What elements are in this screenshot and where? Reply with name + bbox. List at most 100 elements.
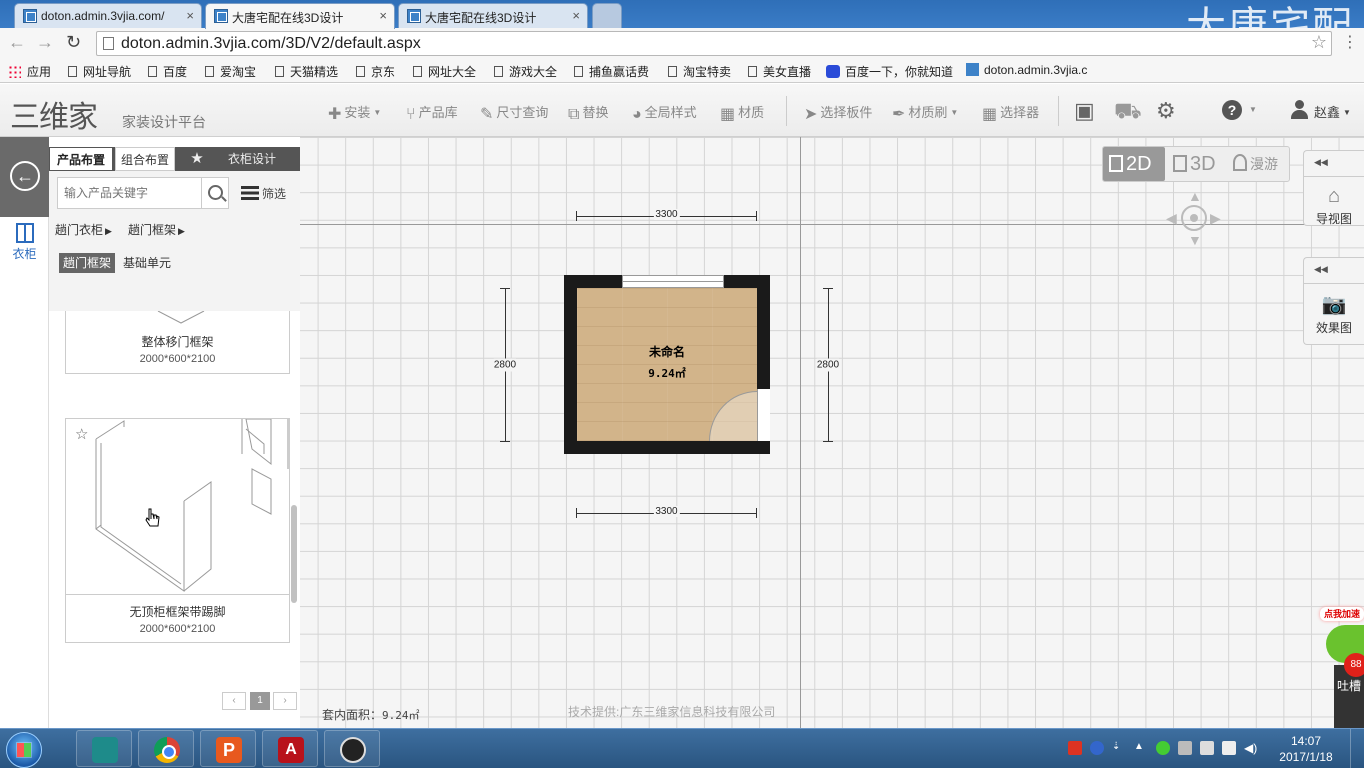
- pager-next[interactable]: ›: [273, 692, 297, 710]
- start-button-icon[interactable]: [6, 732, 42, 768]
- taskbar-app-powerpoint[interactable]: P: [200, 730, 256, 767]
- taskbar-app-chrome[interactable]: [138, 730, 194, 767]
- close-icon[interactable]: ×: [379, 8, 387, 23]
- category-wardrobe[interactable]: 衣柜: [0, 217, 49, 269]
- sogou-icon[interactable]: [1068, 741, 1082, 755]
- tab-wardrobe-design[interactable]: 衣柜设计: [219, 147, 285, 171]
- help-icon[interactable]: ?: [1222, 100, 1242, 120]
- show-desktop-button[interactable]: [1350, 729, 1364, 769]
- product-thumbnail: [157, 311, 205, 324]
- favorite-star-icon[interactable]: ★: [185, 147, 209, 171]
- search-input[interactable]: [58, 178, 200, 208]
- material-button[interactable]: ▦ 材质: [720, 102, 764, 124]
- new-tab-button[interactable]: [592, 3, 622, 28]
- crumb-sliding-frame[interactable]: 趟门框架 ▶: [128, 221, 185, 238]
- network-error-icon[interactable]: [1178, 741, 1192, 755]
- size-query-button[interactable]: ✎ 尺寸查询: [480, 102, 548, 124]
- nav-view-card[interactable]: ◀◀ ⌂ 导视图: [1303, 150, 1364, 226]
- bookmarks-bar: 应用 网址导航 百度 爱淘宝 天猫精选 京东 网址大全 游戏大全 捕鱼赢话费 淘…: [0, 58, 1364, 83]
- url-text[interactable]: doton.admin.3vjia.com/3D/V2/default.aspx: [121, 35, 421, 53]
- browser-tab-2[interactable]: 大唐宅配在线3D设计 ×: [205, 3, 395, 29]
- crumb-sliding-wardrobe[interactable]: 趟门衣柜 ▶: [55, 221, 112, 238]
- menu-icon[interactable]: ⋮: [1342, 32, 1358, 52]
- material-brush-button[interactable]: ✒ 材质刷 ▼: [892, 102, 958, 124]
- pager-current[interactable]: 1: [250, 692, 270, 710]
- bookmark-item[interactable]: 天猫精选: [275, 63, 338, 80]
- filter-button[interactable]: 筛选: [241, 185, 286, 202]
- bookmark-item[interactable]: 百度: [148, 63, 187, 80]
- selector-button[interactable]: ▦ 选择器: [982, 102, 1039, 124]
- address-bar[interactable]: doton.admin.3vjia.com/3D/V2/default.aspx…: [96, 31, 1332, 56]
- reload-icon[interactable]: ↻: [66, 32, 81, 53]
- pan-compass[interactable]: ▲ ▼ ◀ ▶: [1166, 188, 1222, 248]
- bookmark-item[interactable]: 爱淘宝: [205, 63, 256, 80]
- device-icon[interactable]: [1200, 741, 1214, 755]
- search-icon[interactable]: [208, 185, 223, 200]
- global-style-button[interactable]: ◕ 全局样式: [632, 102, 697, 124]
- bookmark-item[interactable]: 京东: [356, 63, 395, 80]
- bookmark-item[interactable]: 网址大全: [413, 63, 476, 80]
- replace-button[interactable]: ⧉ 替换: [568, 102, 608, 124]
- taskbar-app-3dsmax[interactable]: [76, 730, 132, 767]
- room-door[interactable]: [757, 389, 770, 441]
- close-icon[interactable]: ×: [572, 8, 580, 23]
- bookmark-item[interactable]: 网址导航: [68, 63, 131, 80]
- room-window[interactable]: [622, 275, 724, 288]
- product-card[interactable]: ☆ 无顶柜框架带踢脚 2000*600*2100: [65, 418, 290, 643]
- bookmark-star-icon[interactable]: ☆: [1311, 32, 1327, 53]
- view-walk-button[interactable]: 漫游: [1229, 147, 1291, 181]
- signal-icon[interactable]: [1222, 741, 1236, 755]
- speed-number: 88: [1344, 653, 1364, 677]
- pager-prev[interactable]: ‹: [222, 692, 246, 710]
- product-card[interactable]: 整体移门框架 2000*600*2100: [65, 311, 290, 374]
- clock[interactable]: 14:07 2017/1/18: [1276, 733, 1336, 765]
- chip-basic-unit[interactable]: 基础单元: [119, 253, 175, 273]
- bookmark-item[interactable]: doton.admin.3vjia.c: [966, 63, 1087, 77]
- gear-icon[interactable]: ⚙: [1156, 98, 1176, 124]
- 360-icon[interactable]: [1156, 741, 1170, 755]
- panel-scrollbar[interactable]: [291, 505, 297, 603]
- render-view-card[interactable]: ◀◀ 📷 效果图: [1303, 257, 1364, 345]
- collapse-left-icon[interactable]: ◀◀: [1304, 151, 1364, 177]
- back-arrow-icon[interactable]: ←: [8, 32, 26, 53]
- bookmark-item[interactable]: 游戏大全: [494, 63, 557, 80]
- taskbar-app-obs[interactable]: [324, 730, 380, 767]
- chip-sliding-frame[interactable]: 趟门框架: [59, 253, 116, 273]
- user-icon[interactable]: [1290, 100, 1308, 120]
- help-caret-icon[interactable]: ▼: [1246, 102, 1257, 117]
- speed-badge[interactable]: 点我加速: [1320, 607, 1364, 621]
- bookmark-item[interactable]: 百度一下，你就知道: [826, 63, 953, 80]
- view-2d-button[interactable]: 2D: [1103, 147, 1165, 181]
- tab-product-layout[interactable]: 产品布置: [49, 147, 113, 171]
- forward-arrow-icon[interactable]: →: [36, 32, 54, 53]
- plus-icon: ✚: [328, 106, 342, 123]
- user-menu[interactable]: 赵鑫 ▼: [1314, 102, 1351, 121]
- bookmark-apps[interactable]: 应用: [8, 63, 51, 80]
- product-name: 无顶柜框架带踢脚: [129, 605, 226, 619]
- volume-icon[interactable]: ◀): [1244, 741, 1258, 755]
- product-panel: 产品布置 组合布置 ★ 衣柜设计 筛选 趟门衣柜▶ 趟门框架▶ 趟门框架 基础单…: [49, 137, 300, 728]
- bookmark-item[interactable]: 捕鱼赢话费: [574, 63, 649, 80]
- speed-widget[interactable]: 点我加速 吐槽 88: [1320, 607, 1364, 728]
- tab-combo-layout[interactable]: 组合布置: [115, 147, 175, 171]
- help-tray-icon[interactable]: [1090, 741, 1104, 755]
- bookmark-item[interactable]: 淘宝特卖: [668, 63, 731, 80]
- save-icon[interactable]: ▣: [1074, 98, 1095, 124]
- browser-tab-3[interactable]: 大唐宅配在线3D设计 ×: [398, 3, 588, 28]
- tray-expand-icon[interactable]: ▲: [1134, 741, 1148, 755]
- room[interactable]: 未命名 9.24㎡: [564, 275, 770, 454]
- back-circle-icon[interactable]: ←: [10, 161, 40, 191]
- install-button[interactable]: ✚ 安装 ▼: [328, 102, 381, 124]
- cart-icon[interactable]: ⛟: [1114, 98, 1142, 127]
- close-icon[interactable]: ×: [186, 8, 194, 23]
- select-board-button[interactable]: ➤ 选择板件: [804, 102, 872, 124]
- design-canvas[interactable]: 3300 3300 2800 2800 未命名 9.24㎡ 2D 3D 漫游 ▲…: [300, 137, 1364, 728]
- browser-tab-1[interactable]: doton.admin.3vjia.com/ ×: [14, 3, 202, 28]
- taskbar-app-autocad[interactable]: A: [262, 730, 318, 767]
- camera-icon: 📷: [1321, 294, 1347, 316]
- collapse-left-icon[interactable]: ◀◀: [1304, 258, 1364, 284]
- bookmark-item[interactable]: 美女直播: [748, 63, 811, 80]
- tray-arrow-icon[interactable]: ⇣: [1112, 741, 1126, 755]
- product-library-button[interactable]: ⑂ 产品库: [406, 102, 458, 124]
- view-3d-button[interactable]: 3D: [1167, 147, 1227, 181]
